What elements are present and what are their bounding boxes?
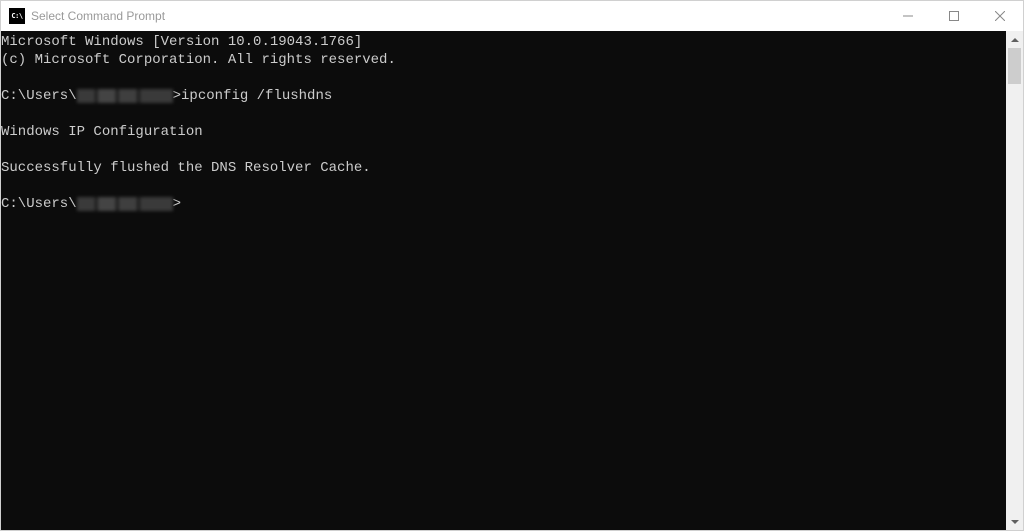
cmd-icon-text: C:\ <box>11 12 22 20</box>
blank-line <box>1 177 1006 195</box>
maximize-button[interactable] <box>931 1 977 31</box>
scroll-up-button[interactable] <box>1006 31 1023 48</box>
titlebar[interactable]: C:\ Select Command Prompt <box>1 1 1023 31</box>
blank-line <box>1 141 1006 159</box>
redacted-username <box>77 197 173 211</box>
prompt-prefix: C:\Users\ <box>1 196 77 212</box>
ipconfig-heading: Windows IP Configuration <box>1 123 1006 141</box>
minimize-icon <box>903 11 913 21</box>
window-title: Select Command Prompt <box>31 9 885 23</box>
close-button[interactable] <box>977 1 1023 31</box>
minimize-button[interactable] <box>885 1 931 31</box>
command-prompt-window: C:\ Select Command Prompt Microsoft Wind… <box>0 0 1024 531</box>
prompt-prefix: C:\Users\ <box>1 88 77 104</box>
copyright-line: (c) Microsoft Corporation. All rights re… <box>1 51 1006 69</box>
prompt-line-1: C:\Users\ >ipconfig /flushdns <box>1 87 1006 105</box>
version-line: Microsoft Windows [Version 10.0.19043.17… <box>1 33 1006 51</box>
prompt-line-2: C:\Users\ > <box>1 195 1006 213</box>
result-line: Successfully flushed the DNS Resolver Ca… <box>1 159 1006 177</box>
terminal-output[interactable]: Microsoft Windows [Version 10.0.19043.17… <box>1 31 1006 530</box>
entered-command: ipconfig /flushdns <box>181 88 332 104</box>
vertical-scrollbar[interactable] <box>1006 31 1023 530</box>
window-controls <box>885 1 1023 31</box>
prompt-suffix: > <box>173 196 181 212</box>
prompt-suffix: > <box>173 88 181 104</box>
blank-line <box>1 69 1006 87</box>
scroll-down-button[interactable] <box>1006 513 1023 530</box>
blank-line <box>1 105 1006 123</box>
cmd-icon: C:\ <box>9 8 25 24</box>
chevron-down-icon <box>1011 520 1019 524</box>
redacted-username <box>77 89 173 103</box>
close-icon <box>995 11 1005 21</box>
scroll-thumb[interactable] <box>1008 48 1021 84</box>
content-area: Microsoft Windows [Version 10.0.19043.17… <box>1 31 1023 530</box>
maximize-icon <box>949 11 959 21</box>
chevron-up-icon <box>1011 38 1019 42</box>
